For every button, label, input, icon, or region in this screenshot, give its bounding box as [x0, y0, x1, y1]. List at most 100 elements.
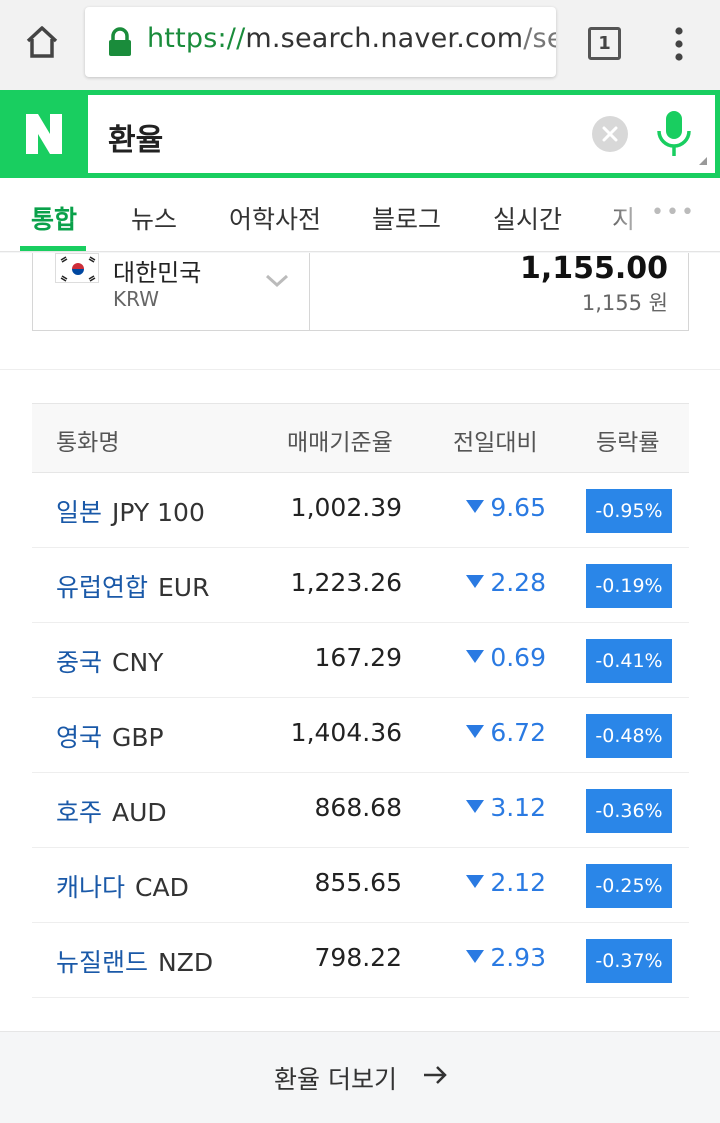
- amount-in-won: 1,155 원: [581, 291, 668, 315]
- base-rate: 1,404.36: [290, 718, 402, 747]
- voice-search-button[interactable]: [654, 109, 694, 159]
- country-name: 캐나다: [56, 873, 126, 902]
- currency-link[interactable]: 영국 GBP: [56, 718, 164, 754]
- change-amount: 3.12: [490, 793, 546, 822]
- table-row[interactable]: 중국 CNY 167.29 0.69 -0.41%: [32, 623, 689, 698]
- header-currency: 통화명: [56, 430, 120, 456]
- currency-code: EUR: [158, 573, 210, 602]
- table-body: 일본 JPY 100 1,002.39 9.65 -0.95% 유럽연합 EUR 1,223.…: [32, 473, 689, 998]
- base-rate: 868.68: [314, 793, 402, 822]
- currency-link[interactable]: 뉴질랜드 NZD: [56, 943, 213, 979]
- naver-logo[interactable]: [0, 90, 88, 178]
- change-rate-badge: -0.95%: [586, 489, 672, 533]
- country-name: 유럽연합: [56, 573, 149, 602]
- triangle-down-icon: [466, 725, 485, 738]
- country-name: 뉴질랜드: [56, 948, 149, 977]
- arrow-right-icon: [422, 1062, 448, 1088]
- currency-selector[interactable]: 대한민국 KRW: [33, 253, 310, 330]
- change-rate-badge: -0.37%: [586, 939, 672, 983]
- microphone-icon: [657, 111, 691, 156]
- chevron-down-icon: [265, 273, 289, 288]
- base-rate: 167.29: [314, 643, 402, 672]
- currency-code: NZD: [158, 948, 214, 977]
- table-row[interactable]: 뉴질랜드 NZD 798.22 2.93 -0.37%: [32, 923, 689, 998]
- change-value: 2.28: [466, 568, 546, 597]
- country-name: 영국: [56, 723, 103, 752]
- more-rates-label: 환율 더보기: [274, 1065, 397, 1094]
- tab-realtime[interactable]: 실시간: [493, 200, 562, 236]
- triangle-down-icon: [466, 950, 485, 963]
- table-header: 통화명 매매기준율 전일대비 등락률: [32, 403, 689, 473]
- url-host: m.search.naver.com: [245, 23, 524, 54]
- more-tabs-icon[interactable]: •••: [651, 200, 696, 225]
- currency-code: GBP: [112, 723, 164, 752]
- table-row[interactable]: 유럽연합 EUR 1,223.26 2.28 -0.19%: [32, 548, 689, 623]
- exchange-rate-table: 통화명 매매기준율 전일대비 등락률 일본 JPY 100 1,002.39 9.65…: [32, 403, 689, 998]
- url-text: https://m.search.naver.com/sea: [147, 23, 556, 54]
- triangle-down-icon: [466, 800, 485, 813]
- active-tab-indicator: [20, 246, 86, 251]
- change-amount: 6.72: [490, 718, 546, 747]
- change-amount: 2.93: [490, 943, 546, 972]
- lock-icon: [107, 27, 133, 57]
- table-row[interactable]: 호주 AUD 868.68 3.12 -0.36%: [32, 773, 689, 848]
- change-rate-badge: -0.48%: [586, 714, 672, 758]
- country-name: 일본: [56, 498, 103, 527]
- currency-link[interactable]: 호주 AUD: [56, 793, 167, 829]
- clear-search-button[interactable]: [592, 116, 628, 152]
- change-value: 3.12: [466, 793, 546, 822]
- more-rates-button[interactable]: 환율 더보기: [0, 1031, 720, 1123]
- tab-dictionary[interactable]: 어학사전: [229, 200, 321, 236]
- change-value: 0.69: [466, 643, 546, 672]
- autocomplete-toggle-icon[interactable]: [699, 157, 707, 165]
- triangle-down-icon: [466, 500, 485, 513]
- search-bar: 환율: [0, 90, 720, 178]
- change-amount: 0.69: [490, 643, 546, 672]
- search-category-tabs: 통합 뉴스 어학사전 블로그 실시간 지 •••: [0, 178, 720, 252]
- section-divider: [0, 369, 720, 370]
- currency-link[interactable]: 캐나다 CAD: [56, 868, 189, 904]
- currency-link[interactable]: 중국 CNY: [56, 643, 163, 679]
- close-icon: [602, 126, 618, 142]
- home-icon[interactable]: [22, 22, 62, 62]
- change-rate-badge: -0.19%: [586, 564, 672, 608]
- exchange-rate-panel: 대한민국 KRW 1,155.00 1,155 원 통화명 매매기준율 전일대비…: [0, 251, 720, 1123]
- currency-code: CNY: [112, 648, 164, 677]
- table-row[interactable]: 캐나다 CAD 855.65 2.12 -0.25%: [32, 848, 689, 923]
- tab-news[interactable]: 뉴스: [131, 200, 177, 236]
- url-scheme: https://: [147, 23, 246, 54]
- change-amount: 2.28: [490, 568, 546, 597]
- currency-name: 대한민국: [113, 259, 202, 287]
- currency-link[interactable]: 일본 JPY 100: [56, 493, 205, 529]
- tab-blog[interactable]: 블로그: [372, 200, 441, 236]
- header-change-rate: 등락률: [596, 430, 660, 456]
- search-input[interactable]: 환율: [88, 95, 715, 173]
- korea-flag-icon: [55, 253, 99, 283]
- converted-amount[interactable]: 1,155.00: [520, 251, 668, 286]
- tab-switcher-button[interactable]: 1: [588, 27, 621, 60]
- change-amount: 2.12: [490, 868, 546, 897]
- change-value: 2.12: [466, 868, 546, 897]
- currency-code: KRW: [113, 287, 159, 311]
- tab-integrated[interactable]: 통합: [31, 200, 77, 236]
- table-row[interactable]: 영국 GBP 1,404.36 6.72 -0.48%: [32, 698, 689, 773]
- browser-toolbar: https://m.search.naver.com/sea 1: [0, 0, 720, 90]
- change-rate-badge: -0.36%: [586, 789, 672, 833]
- url-path: /sea: [523, 23, 556, 54]
- base-rate: 798.22: [314, 943, 402, 972]
- overflow-menu-icon[interactable]: [670, 24, 688, 64]
- address-bar[interactable]: https://m.search.naver.com/sea: [85, 7, 556, 77]
- currency-link[interactable]: 유럽연합 EUR: [56, 568, 209, 604]
- header-base-rate: 매매기준율: [287, 430, 393, 456]
- change-rate-badge: -0.41%: [586, 639, 672, 683]
- table-row[interactable]: 일본 JPY 100 1,002.39 9.65 -0.95%: [32, 473, 689, 548]
- triangle-down-icon: [466, 575, 485, 588]
- base-rate: 855.65: [314, 868, 402, 897]
- change-value: 6.72: [466, 718, 546, 747]
- search-query: 환율: [108, 123, 164, 158]
- currency-converter: 대한민국 KRW 1,155.00 1,155 원: [32, 251, 689, 331]
- currency-code: CAD: [135, 873, 189, 902]
- header-change: 전일대비: [453, 430, 538, 456]
- currency-code: JPY 100: [112, 498, 205, 527]
- triangle-down-icon: [466, 650, 485, 663]
